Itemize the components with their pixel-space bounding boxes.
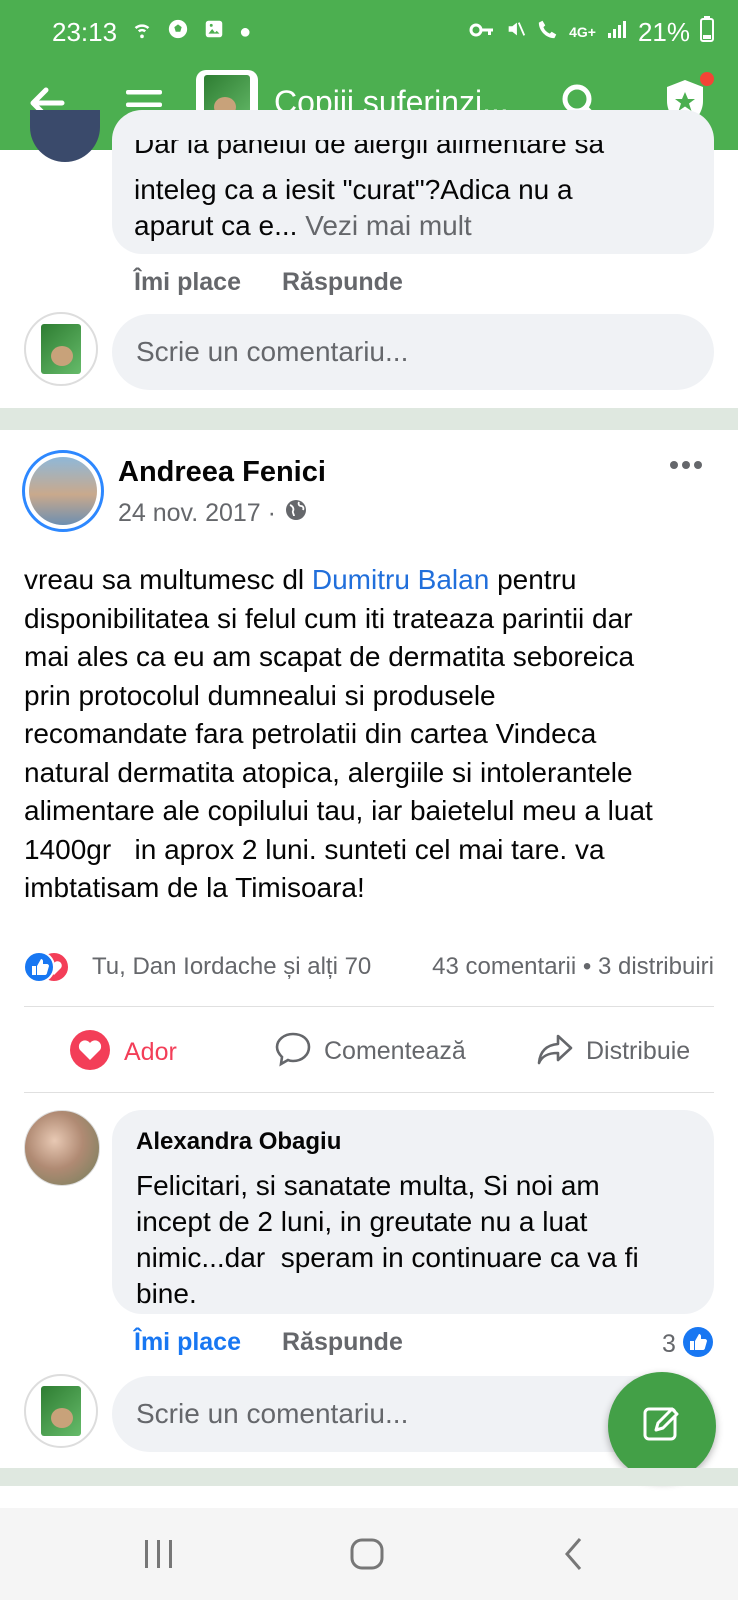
- previous-reply-button[interactable]: Răspunde: [282, 268, 403, 297]
- post-body-line: prin protocolul dumnealui si produsele: [24, 679, 496, 711]
- share-button[interactable]: Distribuie: [536, 1030, 690, 1073]
- reaction-icons[interactable]: [22, 950, 88, 989]
- post-body: vreau sa multumesc dl Dumitru Balan pent…: [24, 561, 724, 908]
- commenter-name[interactable]: Alexandra Obagiu: [136, 1128, 341, 1156]
- post-body-line: 1400gr in aprox 2 luni. sunteti cel mai …: [24, 833, 605, 865]
- key-icon: [469, 21, 495, 44]
- actions-top-divider: [24, 1006, 714, 1007]
- book-cover-image: [41, 1386, 81, 1436]
- volte-call-icon: [537, 18, 559, 46]
- post-body-line: disponibilitatea si felul cum iti tratea…: [24, 602, 633, 634]
- reply-reply-button[interactable]: Răspunde: [282, 1328, 403, 1357]
- reply-like-count[interactable]: 3: [662, 1326, 714, 1363]
- comment-input-top[interactable]: Scrie un comentariu...: [112, 314, 714, 390]
- share-label: Distribuie: [586, 1037, 691, 1065]
- clock: 23:13: [52, 16, 118, 47]
- previous-comment-bubble: Dar la panelul de alergii alimentare sa …: [112, 110, 714, 254]
- system-nav-bar: [0, 1508, 738, 1600]
- reactions-summary[interactable]: Tu, Dan Iordache și alți 70: [92, 953, 371, 981]
- post-separator: [0, 408, 738, 430]
- my-avatar: [24, 312, 98, 386]
- love-reaction-icon: [70, 1030, 110, 1075]
- recent-apps-icon[interactable]: [142, 1538, 176, 1575]
- gallery-icon: [203, 18, 225, 46]
- post-body-line: imbtatisam de la Timisoara!: [24, 872, 365, 903]
- previous-comment-line-1: Dar la panelul de alergii alimentare sa: [134, 140, 605, 159]
- separator-dot: •: [582, 953, 592, 980]
- reply-comment-bubble: Alexandra Obagiu Felicitari, si sanatate…: [112, 1110, 714, 1314]
- post-body-line: alimentare ale copilului tau, iar baiete…: [24, 795, 653, 826]
- network-type: 4G+: [569, 24, 596, 40]
- book-cover-image: [41, 324, 81, 374]
- like-count-value: 3: [662, 1330, 676, 1358]
- shares-count[interactable]: 3 distribuiri: [598, 953, 714, 980]
- mention-link[interactable]: Dumitru Balan: [312, 564, 489, 595]
- post-separator: [0, 1468, 738, 1486]
- comment-bubble-icon: [274, 1030, 312, 1073]
- previous-comment-line-3: aparut ca e...: [134, 210, 298, 241]
- post-body-line: mai ales ca eu am scapat de dermatita se…: [24, 641, 635, 672]
- previous-comment-line-2: inteleg ca a iesit "curat"?Adica nu a: [134, 174, 573, 205]
- more-options-icon[interactable]: [668, 458, 704, 476]
- wifi-call-icon: [131, 18, 153, 46]
- system-back-icon[interactable]: [562, 1536, 586, 1577]
- share-arrow-icon: [536, 1030, 574, 1073]
- post-author-name[interactable]: Andreea Fenici: [118, 456, 326, 489]
- post-date[interactable]: 24 nov. 2017 ·: [118, 499, 276, 528]
- status-bar: 23:13 ● 4G+ 21%: [0, 0, 738, 64]
- comment-input-placeholder: Scrie un comentariu...: [136, 336, 409, 367]
- comment-label: Comentează: [324, 1037, 466, 1065]
- reply-comment-line: bine.: [136, 1278, 197, 1309]
- post-body-line: pentru: [497, 564, 577, 595]
- notification-dot-icon: ●: [239, 20, 252, 43]
- battery-icon: [700, 16, 714, 48]
- reply-like-button[interactable]: Îmi place: [134, 1328, 241, 1357]
- post-body-line: vreau sa multumesc dl: [24, 564, 305, 595]
- post-body-line: natural dermatita atopica, alergiile si …: [24, 756, 633, 788]
- reply-comment-line: incept de 2 luni, in greutate nu a luat: [136, 1206, 588, 1237]
- actions-bottom-divider: [24, 1092, 714, 1093]
- like-thumb-icon: [682, 1326, 714, 1363]
- edit-pencil-icon: [640, 1402, 684, 1451]
- comment-input-placeholder: Scrie un comentariu...: [136, 1398, 409, 1429]
- signal-icon: [606, 18, 628, 46]
- battery-percent: 21%: [637, 16, 690, 47]
- reply-comment-line: Felicitari, si sanatate multa, Si noi am: [136, 1170, 600, 1201]
- love-button[interactable]: Ador: [70, 1030, 177, 1075]
- globe-icon: [284, 498, 308, 529]
- previous-like-button[interactable]: Îmi place: [134, 268, 241, 297]
- comments-count[interactable]: 43 comentarii: [432, 953, 576, 980]
- reply-comment-line: nimic...dar speram in continuare ca va f…: [136, 1242, 639, 1273]
- love-label: Ador: [124, 1038, 177, 1066]
- notification-badge: [700, 72, 714, 86]
- previous-comment-avatar: [30, 110, 100, 162]
- mute-icon: [505, 18, 527, 46]
- my-avatar: [24, 1374, 98, 1448]
- home-icon[interactable]: [350, 1538, 384, 1575]
- football-icon: [167, 18, 189, 46]
- compose-fab[interactable]: [608, 1372, 716, 1480]
- post-body-line: recomandate fara petrolatii din cartea V…: [24, 718, 597, 749]
- comment-button[interactable]: Comentează: [274, 1030, 466, 1073]
- see-more-link[interactable]: Vezi mai mult: [305, 210, 472, 241]
- post-author-avatar[interactable]: [22, 450, 104, 532]
- commenter-avatar[interactable]: [24, 1110, 100, 1186]
